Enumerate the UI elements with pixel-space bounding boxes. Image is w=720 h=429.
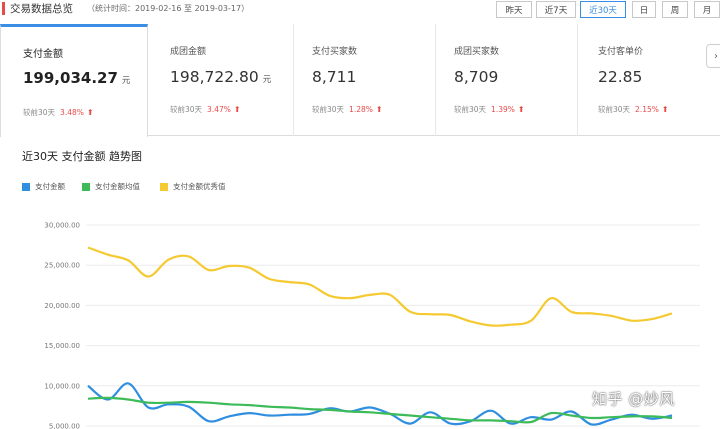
legend-swatch [160, 182, 168, 191]
legend-item-payment-mean[interactable]: 支付金额均值 [82, 181, 140, 192]
range-button-day[interactable]: 日 [632, 1, 656, 18]
title-accent-bar [2, 2, 5, 15]
metric-compare-pct: 2.15% [635, 105, 659, 114]
metric-compare-pct: 3.48% [60, 108, 84, 117]
metric-card-payment-amount[interactable]: 支付金额 199,034.27 元 较前30天 3.48% ⬆ [0, 24, 148, 137]
legend-swatch [22, 182, 30, 191]
metric-label: 成团买家数 [454, 47, 500, 57]
metric-unit: 元 [121, 76, 131, 86]
metric-value: 199,034.27 元 [23, 69, 131, 87]
series-line-payment-excellent [87, 246, 673, 327]
chevron-right-icon: › [714, 50, 718, 62]
metric-compare: 较前30天 3.47% ⬆ [170, 105, 241, 114]
metric-compare: 较前30天 2.15% ⬆ [598, 105, 669, 114]
stat-time-range: （统计时间：2019-02-16 至 2019-03-17） [87, 4, 250, 13]
metric-unit: 元 [262, 75, 272, 85]
range-button-week[interactable]: 周 [662, 1, 688, 18]
y-tick-label: 25,000.00 [44, 262, 80, 270]
metric-label: 成团金额 [170, 47, 207, 57]
metric-value: 8,709 [454, 68, 499, 86]
next-cards-button[interactable]: › [706, 44, 720, 68]
metric-compare-pct: 3.47% [207, 105, 231, 114]
watermark: 知乎 @妙风 [592, 390, 675, 408]
trend-up-icon: ⬆ [517, 105, 525, 114]
metric-compare: 较前30天 3.48% ⬆ [23, 108, 94, 117]
trend-up-icon: ⬆ [375, 105, 383, 114]
chart-title: 近30天 支付金额 趋势图 [22, 150, 142, 163]
range-button-30days[interactable]: 近30天 [580, 1, 626, 18]
range-button-7days[interactable]: 近7天 [536, 1, 576, 18]
y-tick-label: 15,000.00 [44, 342, 80, 350]
range-button-yesterday[interactable]: 昨天 [496, 1, 532, 18]
metric-compare-pct: 1.28% [349, 105, 373, 114]
metric-label: 支付金额 [23, 49, 63, 60]
trend-up-icon: ⬆ [661, 105, 669, 114]
metric-card-avg-order[interactable]: 支付客单价 22.85 较前30天 2.15% ⬆ [576, 24, 720, 136]
legend-swatch [82, 182, 90, 191]
page-title: 交易数据总览 [10, 3, 73, 15]
legend-item-payment-excellent[interactable]: 支付金额优秀值 [160, 181, 226, 192]
trend-up-icon: ⬆ [86, 108, 94, 117]
trend-up-icon: ⬆ [233, 105, 241, 114]
metric-card-group-buyers[interactable]: 成团买家数 8,709 较前30天 1.39% ⬆ [432, 24, 578, 136]
y-tick-label: 30,000.00 [44, 222, 80, 230]
metric-value: 198,722.80 元 [170, 68, 272, 86]
y-tick-label: 20,000.00 [44, 302, 80, 310]
metric-value: 8,711 [312, 68, 357, 86]
metric-label: 支付客单价 [598, 47, 644, 57]
legend-item-payment[interactable]: 支付金额 [22, 181, 65, 192]
metric-label: 支付买家数 [312, 47, 358, 57]
metric-compare: 较前30天 1.28% ⬆ [312, 105, 383, 114]
metric-value: 22.85 [598, 68, 643, 86]
range-button-month[interactable]: 月 [694, 1, 720, 18]
metric-compare-pct: 1.39% [491, 105, 515, 114]
metric-compare: 较前30天 1.39% ⬆ [454, 105, 525, 114]
y-tick-label: 10,000.00 [44, 382, 80, 390]
metric-card-paying-buyers[interactable]: 支付买家数 8,711 较前30天 1.28% ⬆ [290, 24, 436, 136]
metric-cards: 支付金额 199,034.27 元 较前30天 3.48% ⬆ 成团金额 198,72… [0, 24, 720, 137]
metric-card-group-amount[interactable]: 成团金额 198,722.80 元 较前30天 3.47% ⬆ [148, 24, 294, 136]
y-tick-label: 5,000.00 [49, 423, 80, 429]
